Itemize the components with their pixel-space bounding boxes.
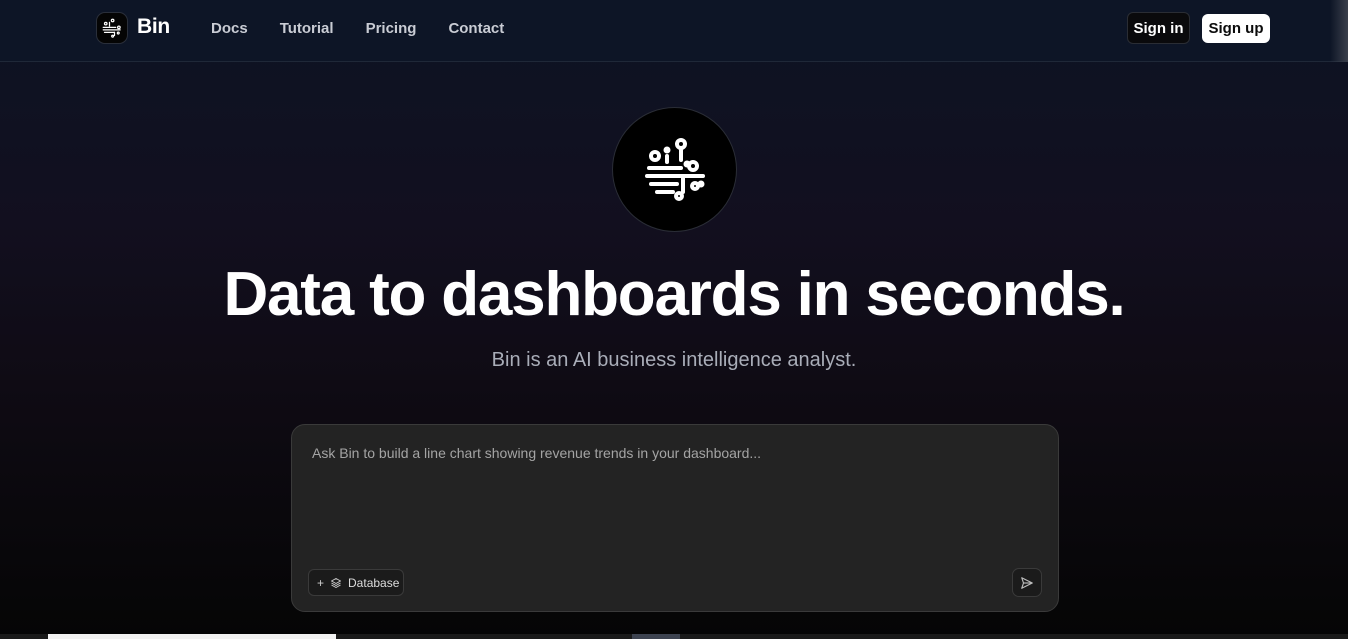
top-navbar: Bin Docs Tutorial Pricing Contact Sign i… xyxy=(0,0,1348,62)
database-button[interactable]: + Database xyxy=(308,569,404,596)
hero-subheadline: Bin is an AI business intelligence analy… xyxy=(491,349,857,371)
nav-links: Docs Tutorial Pricing Contact xyxy=(211,20,536,37)
send-icon xyxy=(1021,576,1033,589)
nav-link-docs[interactable]: Docs xyxy=(211,20,248,37)
nav-link-contact[interactable]: Contact xyxy=(448,20,504,37)
sign-up-button[interactable]: Sign up xyxy=(1202,14,1270,43)
bottom-strip xyxy=(0,634,1348,639)
nav-link-pricing[interactable]: Pricing xyxy=(366,20,417,37)
layers-icon xyxy=(331,577,342,588)
hero-logo xyxy=(612,107,737,232)
sign-in-button[interactable]: Sign in xyxy=(1127,12,1190,44)
circuit-brain-icon xyxy=(102,18,121,38)
circuit-brain-icon xyxy=(644,137,705,201)
prompt-box: + Database xyxy=(291,424,1059,612)
plus-icon: + xyxy=(317,575,325,590)
database-label: Database xyxy=(348,575,400,590)
prompt-input[interactable] xyxy=(312,445,1032,565)
send-button[interactable] xyxy=(1012,568,1042,597)
brand-name[interactable]: Bin xyxy=(137,15,170,39)
nav-link-tutorial[interactable]: Tutorial xyxy=(280,20,334,37)
bottom-strip-segment xyxy=(632,634,680,639)
hero-headline: Data to dashboards in seconds. xyxy=(223,260,1125,329)
brand-logo[interactable] xyxy=(96,12,128,44)
bottom-strip-segment xyxy=(48,634,336,639)
